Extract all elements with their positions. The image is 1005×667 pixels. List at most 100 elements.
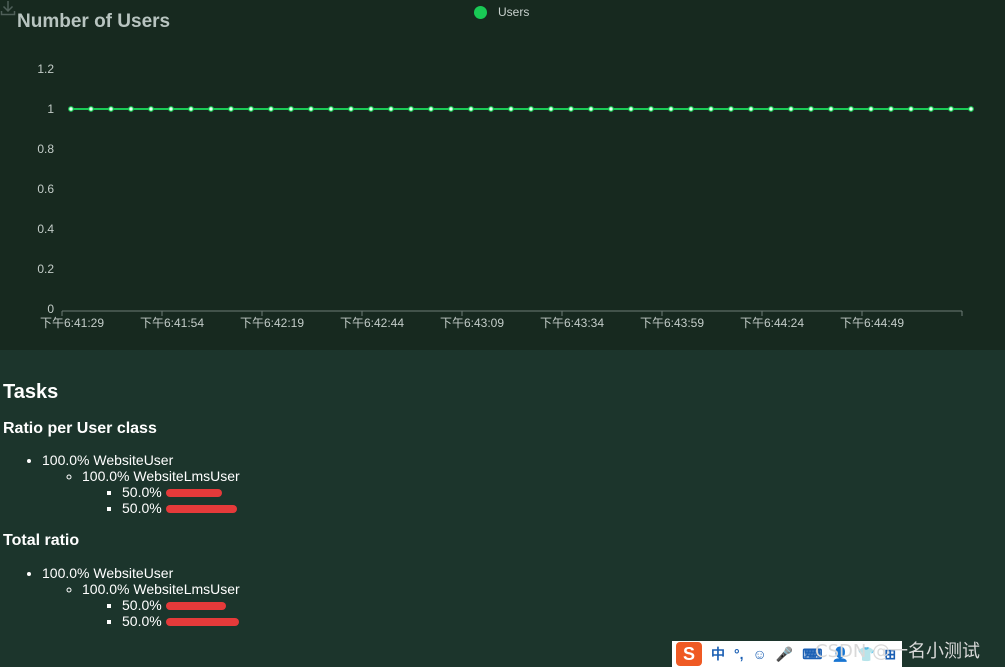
list-item: 100.0% WebsiteLmsUser 50.0% 50.0% bbox=[82, 468, 703, 516]
data-point bbox=[508, 106, 514, 112]
chart-legend[interactable]: Users bbox=[474, 4, 529, 20]
data-point bbox=[768, 106, 774, 112]
data-point bbox=[748, 106, 754, 112]
data-point bbox=[248, 106, 254, 112]
download-icon[interactable] bbox=[0, 0, 16, 16]
list-item: 50.0% bbox=[122, 484, 703, 500]
tasks-title: Tasks bbox=[3, 381, 59, 403]
data-point bbox=[468, 106, 474, 112]
data-point bbox=[688, 106, 694, 112]
data-point bbox=[168, 106, 174, 112]
x-tick-label: 下午6:41:54 bbox=[140, 316, 204, 330]
x-tick-label: 下午6:41:29 bbox=[40, 316, 104, 330]
sub-class-list: 100.0% WebsiteLmsUser 50.0% 50.0% bbox=[42, 581, 703, 629]
data-point bbox=[548, 106, 554, 112]
x-tick-label: 下午6:44:24 bbox=[740, 316, 804, 330]
task-list: 50.0% 50.0% bbox=[82, 597, 703, 629]
ratio-list: 100.0% WebsiteUser 100.0% WebsiteLmsUser… bbox=[3, 452, 703, 516]
redaction-mark bbox=[165, 602, 226, 611]
data-point bbox=[148, 106, 154, 112]
data-point bbox=[368, 106, 374, 112]
data-point bbox=[428, 106, 434, 112]
sub-class-list: 100.0% WebsiteLmsUser 50.0% 50.0% bbox=[42, 468, 703, 516]
sub-class-label: 100.0% WebsiteLmsUser bbox=[82, 468, 240, 484]
data-point bbox=[188, 106, 194, 112]
x-tick-label: 下午6:42:19 bbox=[240, 316, 304, 330]
y-tick-label: 1 bbox=[47, 102, 54, 116]
data-point bbox=[568, 106, 574, 112]
data-point bbox=[388, 106, 394, 112]
data-point bbox=[708, 106, 714, 112]
data-point bbox=[788, 106, 794, 112]
list-item: 50.0% bbox=[122, 500, 703, 516]
data-point bbox=[128, 106, 134, 112]
task-ratio: 50.0% bbox=[122, 484, 162, 500]
list-item: 50.0% bbox=[122, 613, 703, 629]
data-point bbox=[328, 106, 334, 112]
ime-logo-icon[interactable]: S bbox=[676, 642, 702, 666]
list-item: 100.0% WebsiteLmsUser 50.0% 50.0% bbox=[82, 581, 703, 629]
x-tick-label: 下午6:44:49 bbox=[840, 316, 904, 330]
ratio-section-title: Ratio per User class bbox=[3, 420, 157, 437]
tasks-section: Tasks Ratio per User class 100.0% Websit… bbox=[3, 378, 703, 629]
data-point bbox=[88, 106, 94, 112]
total-section-title: Total ratio bbox=[3, 532, 80, 549]
data-point bbox=[828, 106, 834, 112]
data-point bbox=[108, 106, 114, 112]
data-point bbox=[848, 106, 854, 112]
chart-title: Number of Users bbox=[17, 11, 171, 32]
watermark: CSDN @一名小测试 bbox=[815, 641, 981, 662]
data-point bbox=[908, 106, 914, 112]
redaction-mark bbox=[165, 489, 222, 498]
data-point bbox=[928, 106, 934, 112]
task-ratio: 50.0% bbox=[122, 597, 162, 613]
legend-label: Users bbox=[498, 5, 530, 19]
line-chart: 0 0.2 0.4 0.6 0.8 1 1.2 下午6:41:29 下午6:41:54 下午6:4… bbox=[37, 62, 974, 330]
data-point bbox=[268, 106, 274, 112]
data-point bbox=[448, 106, 454, 112]
ime-emoji-icon[interactable]: ☺ bbox=[753, 646, 767, 662]
list-item: 50.0% bbox=[122, 597, 703, 613]
data-point bbox=[868, 106, 874, 112]
ime-punctuation-button[interactable]: °, bbox=[734, 646, 744, 662]
sub-class-label: 100.0% WebsiteLmsUser bbox=[82, 581, 240, 597]
redaction-mark bbox=[165, 505, 237, 514]
data-point bbox=[888, 106, 894, 112]
y-tick-label: 0.4 bbox=[37, 222, 54, 236]
data-point bbox=[348, 106, 354, 112]
x-tick-label: 下午6:43:34 bbox=[540, 316, 604, 330]
task-ratio: 50.0% bbox=[122, 613, 162, 629]
legend-swatch bbox=[474, 5, 487, 19]
data-point bbox=[68, 106, 74, 112]
data-point bbox=[728, 106, 734, 112]
redaction-mark bbox=[165, 618, 239, 627]
data-point bbox=[608, 106, 614, 112]
data-point bbox=[408, 106, 414, 112]
data-point bbox=[228, 106, 234, 112]
y-tick-label: 0.2 bbox=[37, 262, 54, 276]
data-point bbox=[588, 106, 594, 112]
data-point bbox=[208, 106, 214, 112]
list-item: 100.0% WebsiteUser 100.0% WebsiteLmsUser… bbox=[42, 452, 703, 516]
y-tick-label: 0.8 bbox=[37, 142, 54, 156]
data-point bbox=[968, 106, 974, 112]
data-point bbox=[648, 106, 654, 112]
data-point bbox=[488, 106, 494, 112]
x-tick-label: 下午6:43:59 bbox=[640, 316, 704, 330]
ime-mode-button[interactable]: 中 bbox=[711, 644, 725, 664]
task-list: 50.0% 50.0% bbox=[82, 484, 703, 516]
data-point bbox=[288, 106, 294, 112]
user-class-label: 100.0% WebsiteUser bbox=[42, 452, 174, 468]
total-list: 100.0% WebsiteUser 100.0% WebsiteLmsUser… bbox=[3, 565, 703, 629]
data-point bbox=[308, 106, 314, 112]
data-point bbox=[668, 106, 674, 112]
x-tick-label: 下午6:42:44 bbox=[340, 316, 404, 330]
data-point bbox=[808, 106, 814, 112]
y-tick-label: 0 bbox=[47, 302, 54, 316]
data-point bbox=[628, 106, 634, 112]
ime-voice-icon[interactable]: 🎤 bbox=[776, 646, 793, 663]
task-ratio: 50.0% bbox=[122, 500, 162, 516]
x-tick-label: 下午6:43:09 bbox=[440, 316, 504, 330]
data-point bbox=[528, 106, 534, 112]
y-tick-label: 1.2 bbox=[37, 62, 54, 76]
